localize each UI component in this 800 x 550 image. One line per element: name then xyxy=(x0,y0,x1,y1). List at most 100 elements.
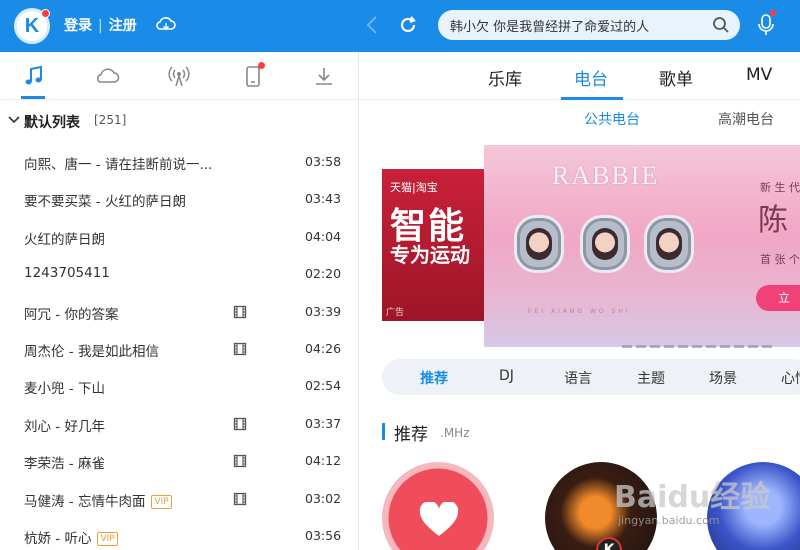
tab-library[interactable]: 乐库 xyxy=(488,65,522,90)
subtab-public-radio[interactable]: 公共电台 xyxy=(584,109,640,129)
radio-tower-icon[interactable] xyxy=(167,64,191,88)
song-row[interactable]: 火红的萨日朗 04:04 xyxy=(0,219,358,256)
carousel-dot[interactable] xyxy=(636,345,646,348)
banner-brand: RABBIE xyxy=(552,161,660,190)
song-title: 向熙、唐一 - 请在挂断前说一... xyxy=(24,157,213,173)
left-panel: 默认列表 [251] 向熙、唐一 - 请在挂断前说一... 03:58 要不要买… xyxy=(0,52,359,550)
auth-separator: | xyxy=(98,18,103,34)
radio-sub-tabs: 公共电台 高潮电台 xyxy=(360,100,800,140)
mv-icon[interactable] xyxy=(233,492,247,506)
song-duration: 02:20 xyxy=(305,266,342,282)
song-row[interactable]: 阿冗 - 你的答案 03:39 xyxy=(0,294,358,331)
song-row[interactable]: 麦小兜 - 下山 02:54 xyxy=(0,368,358,405)
song-title: 阿冗 - 你的答案 xyxy=(24,306,119,323)
carousel-dot[interactable] xyxy=(720,345,730,348)
category-dj[interactable]: DJ xyxy=(499,368,514,384)
carousel-dot[interactable] xyxy=(762,345,772,348)
song-title: 杭娇 - 听心 VIP xyxy=(24,527,118,547)
portrait-face xyxy=(592,228,618,260)
song-title-text: 杭娇 - 听心 xyxy=(24,530,92,547)
category-scene[interactable]: 场景 xyxy=(709,368,737,388)
vip-badge: VIP xyxy=(97,531,118,546)
register-link[interactable]: 注册 xyxy=(109,18,137,34)
ad-subline: 专为运动 xyxy=(390,243,470,267)
song-duration: 04:12 xyxy=(305,453,342,469)
refresh-icon[interactable] xyxy=(397,13,419,37)
back-arrow-icon[interactable] xyxy=(363,13,383,37)
song-duration: 04:26 xyxy=(305,340,342,356)
song-duration: 03:37 xyxy=(305,415,342,431)
main-tab-bar: 乐库 电台 歌单 MV xyxy=(360,52,800,100)
song-row[interactable]: 李荣浩 - 麻雀 04:12 xyxy=(0,443,358,480)
mv-icon[interactable] xyxy=(233,417,247,431)
watermark-url: jingyan.baidu.com xyxy=(618,514,720,527)
auth-links: 登录 | 注册 xyxy=(64,15,137,35)
phone-badge xyxy=(258,62,265,69)
carousel-dot[interactable] xyxy=(664,345,674,348)
song-row[interactable]: 要不要买菜 - 火红的萨日朗 03:43 xyxy=(0,181,358,218)
mv-icon[interactable] xyxy=(233,305,247,319)
song-title: 麦小兜 - 下山 xyxy=(24,381,105,398)
carousel-dot[interactable] xyxy=(650,345,660,348)
carousel-dot[interactable] xyxy=(678,345,688,348)
cloud-icon[interactable] xyxy=(93,64,121,88)
search-icon[interactable] xyxy=(712,16,730,34)
song-row[interactable]: 刘心 - 好几年 03:37 xyxy=(0,406,358,443)
ad-banner[interactable]: 天猫|淘宝 智能 专为运动 广告 xyxy=(382,169,484,321)
song-row[interactable]: 向熙、唐一 - 请在挂断前说一... 03:58 xyxy=(0,144,358,181)
carousel-dots[interactable] xyxy=(622,333,776,352)
radio-card-favorites[interactable] xyxy=(382,462,494,550)
banner-caption: FEI XIANG WO SHI xyxy=(528,308,631,315)
kugou-logo[interactable]: K xyxy=(14,8,50,44)
song-duration: 03:43 xyxy=(305,191,342,207)
carousel-dot[interactable] xyxy=(692,345,702,348)
song-title: 刘心 - 好几年 xyxy=(24,418,105,435)
search-input[interactable] xyxy=(450,14,705,36)
music-note-icon[interactable] xyxy=(22,64,46,88)
banner-cta-button[interactable]: 立 xyxy=(756,285,800,311)
banner-side-title: 陈 xyxy=(758,203,788,238)
tab-radio[interactable]: 电台 xyxy=(574,65,608,90)
song-duration: 02:54 xyxy=(305,378,342,394)
category-recommend[interactable]: 推荐 xyxy=(420,368,448,388)
mv-icon[interactable] xyxy=(233,342,247,356)
mv-icon[interactable] xyxy=(233,454,247,468)
carousel-dot[interactable] xyxy=(748,345,758,348)
download-icon[interactable] xyxy=(312,64,336,88)
tab-mv[interactable]: MV xyxy=(746,65,772,85)
song-duration: 04:04 xyxy=(305,228,342,244)
title-bar: K 登录 | 注册 xyxy=(0,0,800,52)
chevron-down-icon[interactable] xyxy=(8,115,20,125)
song-row[interactable]: 杭娇 - 听心 VIP 03:56 xyxy=(0,518,358,550)
heart-icon xyxy=(419,502,459,536)
section-accent-bar xyxy=(382,423,385,440)
banner-portrait xyxy=(644,215,694,273)
recommend-subtitle: .MHz xyxy=(440,426,470,440)
song-duration: 03:02 xyxy=(305,490,342,506)
cloud-sync-icon[interactable] xyxy=(155,14,177,34)
category-theme[interactable]: 主题 xyxy=(637,368,665,388)
featured-banner[interactable]: RABBIE 新 生 代 陈 首 张 个 立 FEI XIANG WO SHI xyxy=(484,145,800,347)
song-title: 马健涛 - 忘情牛肉面 VIP xyxy=(24,490,172,510)
song-title: 周杰伦 - 我是如此相信 xyxy=(24,343,159,360)
carousel-dot[interactable] xyxy=(734,345,744,348)
login-link[interactable]: 登录 xyxy=(64,18,92,34)
category-language[interactable]: 语言 xyxy=(564,368,592,388)
song-row[interactable]: 1243705411 02:20 xyxy=(0,256,358,293)
playlist-name: 默认列表 xyxy=(24,115,80,131)
playlist-header[interactable]: 默认列表 [251] xyxy=(0,100,358,142)
tab-playlists[interactable]: 歌单 xyxy=(659,65,693,90)
song-title: 1243705411 xyxy=(24,265,110,282)
carousel-dot[interactable] xyxy=(706,345,716,348)
category-mood[interactable]: 心情 xyxy=(781,368,800,388)
carousel-dot[interactable] xyxy=(622,345,632,348)
song-row[interactable]: 马健涛 - 忘情牛肉面 VIP 03:02 xyxy=(0,481,358,518)
song-title: 李荣浩 - 麻雀 xyxy=(24,456,105,473)
subtab-climax-radio[interactable]: 高潮电台 xyxy=(718,109,774,129)
voice-badge xyxy=(770,10,776,16)
song-title: 要不要买菜 - 火红的萨日朗 xyxy=(24,194,186,211)
song-list: 向熙、唐一 - 请在挂断前说一... 03:58 要不要买菜 - 火红的萨日朗 … xyxy=(0,144,358,550)
song-row[interactable]: 周杰伦 - 我是如此相信 04:26 xyxy=(0,331,358,368)
song-title: 火红的萨日朗 xyxy=(24,231,105,248)
search-box[interactable] xyxy=(438,10,740,40)
